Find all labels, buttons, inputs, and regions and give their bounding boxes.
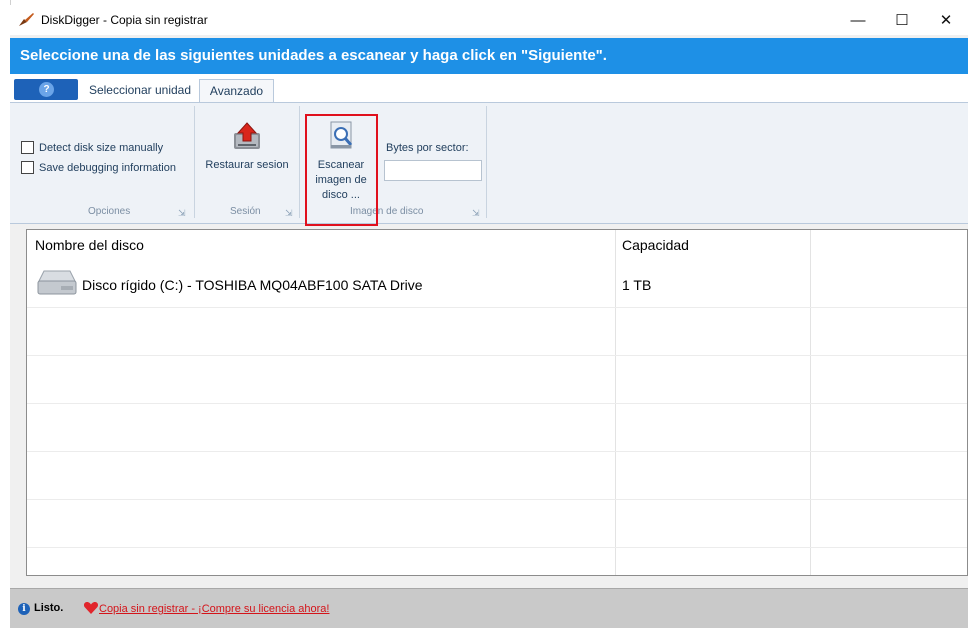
opciones-dialog-launcher[interactable]: ⇲	[178, 208, 186, 219]
restaurar-sesion-label: Restaurar sesion	[205, 159, 289, 171]
row-divider	[27, 307, 967, 308]
row-divider	[27, 499, 967, 500]
group-label-sesion: Sesión	[230, 206, 261, 217]
heart-icon	[83, 602, 99, 614]
highlight-box	[305, 114, 378, 226]
close-button[interactable]: ✕	[924, 5, 968, 35]
restore-session-icon	[234, 122, 260, 149]
detect-disk-size-label: Detect disk size manually	[39, 141, 164, 154]
ribbon-panel: Detect disk size manually Save debugging…	[10, 102, 968, 226]
minimize-button[interactable]: —	[836, 5, 880, 35]
title-bar[interactable]: DiskDigger - Copia sin registrar — ☐ ✕	[10, 5, 968, 35]
diskdigger-window: DiskDigger - Copia sin registrar — ☐ ✕ S…	[10, 5, 968, 628]
group-separator	[486, 106, 487, 218]
group-label-opciones: Opciones	[88, 206, 131, 217]
group-separator	[194, 106, 195, 218]
help-icon: ?	[39, 82, 54, 97]
drive-list[interactable]: Nombre del disco Capacidad Disco rígido …	[26, 229, 968, 576]
instruction-text: Seleccione una de las siguientes unidade…	[20, 47, 607, 64]
bytes-per-sector-input[interactable]	[384, 160, 482, 181]
window-title: DiskDigger - Copia sin registrar	[41, 13, 208, 27]
hard-drive-icon	[37, 270, 77, 295]
bytes-per-sector-label: Bytes por sector:	[386, 142, 469, 154]
save-debugging-label: Save debugging information	[39, 161, 176, 174]
group-separator	[299, 106, 300, 218]
application-menu-button[interactable]: ?	[14, 79, 78, 100]
detect-disk-size-option[interactable]: Detect disk size manually	[21, 141, 163, 154]
shovel-app-icon	[19, 13, 34, 26]
sesion-dialog-launcher[interactable]: ⇲	[285, 208, 293, 219]
column-header-capacity[interactable]: Capacidad	[622, 237, 689, 253]
info-icon: i	[18, 603, 30, 615]
save-debugging-option[interactable]: Save debugging information	[21, 161, 176, 174]
tab-avanzado[interactable]: Avanzado	[199, 79, 274, 102]
drive-name: Disco rígido (C:) - TOSHIBA MQ04ABF100 S…	[82, 277, 423, 293]
row-divider	[27, 355, 967, 356]
status-text: Listo.	[34, 602, 64, 614]
maximize-button[interactable]: ☐	[880, 5, 924, 35]
row-divider	[27, 403, 967, 404]
instruction-banner: Seleccione una de las siguientes unidade…	[10, 38, 968, 74]
ribbon-tab-strip: ? Seleccionar unidad Avanzado	[10, 74, 968, 103]
drive-capacity: 1 TB	[622, 277, 652, 293]
save-debugging-checkbox[interactable]	[21, 161, 34, 174]
row-divider	[27, 547, 967, 548]
detect-disk-size-checkbox[interactable]	[21, 141, 34, 154]
row-divider	[27, 451, 967, 452]
license-link[interactable]: Copia sin registrar - ¡Compre su licenci…	[99, 603, 329, 615]
status-bar: i Listo. Copia sin registrar - ¡Compre s…	[10, 588, 968, 628]
imagen-dialog-launcher[interactable]: ⇲	[472, 208, 480, 219]
column-header-name[interactable]: Nombre del disco	[35, 237, 144, 253]
tab-seleccionar-unidad[interactable]: Seleccionar unidad	[84, 79, 196, 101]
